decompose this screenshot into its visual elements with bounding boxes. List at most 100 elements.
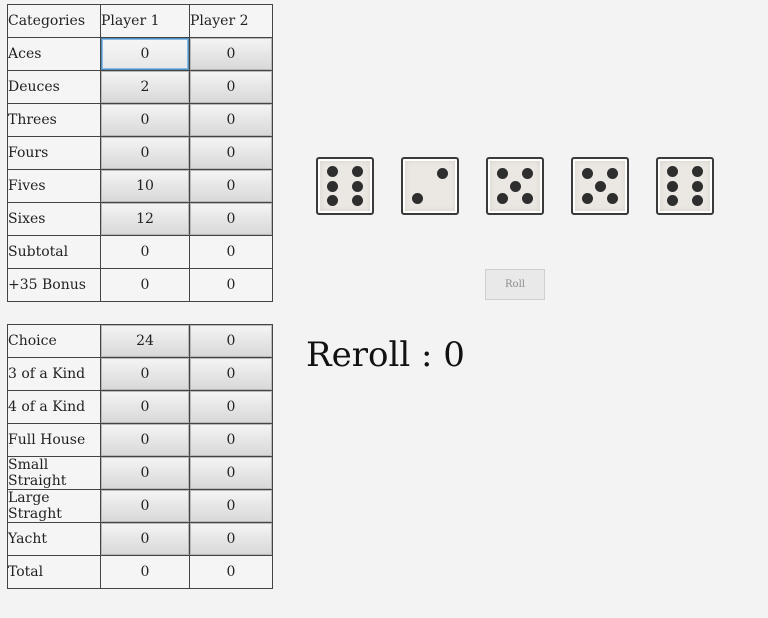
- die-pip: [607, 193, 619, 205]
- category-label-4-of-a-kind: 4 of a Kind: [7, 390, 101, 424]
- die-pip: [522, 193, 534, 205]
- score-row-3-of-a-kind: 3 of a Kind 0 0: [7, 357, 273, 391]
- category-label-small-straight: Small Straight: [7, 456, 101, 490]
- player2-fives-button[interactable]: 0: [190, 170, 272, 202]
- player2-deuces-button[interactable]: 0: [190, 71, 272, 103]
- score-row-threes: Threes 0 0: [7, 103, 273, 137]
- player1-total-value: 0: [140, 564, 150, 580]
- player2-35-bonus-cell: 0: [189, 268, 273, 302]
- die-1[interactable]: [316, 157, 374, 215]
- player2-4-of-a-kind-cell: 0: [189, 390, 273, 424]
- player1-aces-button[interactable]: 0: [101, 38, 189, 70]
- player1-3-of-a-kind-button[interactable]: 0: [101, 358, 189, 390]
- score-row-sixes: Sixes 12 0: [7, 202, 273, 236]
- lower-scoreboard: Choice 24 0 3 of a Kind 0 0 4 of a Kind 0 0 Full …: [7, 324, 273, 589]
- score-row-fours: Fours 0 0: [7, 136, 273, 170]
- player2-yacht-cell: 0: [189, 522, 273, 556]
- die-pip: [666, 194, 678, 206]
- player1-yacht-cell: 0: [100, 522, 190, 556]
- player2-35-bonus-value: 0: [226, 277, 236, 293]
- die-pip: [496, 193, 508, 205]
- die-pip: [692, 194, 704, 206]
- score-row-4-of-a-kind: 4 of a Kind 0 0: [7, 390, 273, 424]
- player1-sixes-button[interactable]: 12: [101, 203, 189, 235]
- die-3[interactable]: [486, 157, 544, 215]
- player1-fives-button[interactable]: 10: [101, 170, 189, 202]
- player1-choice-cell: 24: [100, 324, 190, 358]
- score-row-total: Total 0 0: [7, 555, 273, 589]
- reroll-counter: Reroll : 0: [306, 335, 465, 375]
- score-row-small-straight: Small Straight 0 0: [7, 456, 273, 490]
- die-pip: [522, 167, 534, 179]
- die-pip: [666, 166, 678, 178]
- upper-scoreboard: Categories Player 1 Player 2 Aces 0 0 Deuces 2 0…: [7, 4, 273, 302]
- player2-subtotal-cell: 0: [189, 235, 273, 269]
- category-label-3-of-a-kind: 3 of a Kind: [7, 357, 101, 391]
- categories-header: Categories: [7, 4, 101, 38]
- player2-fours-cell: 0: [189, 136, 273, 170]
- player1-4-of-a-kind-button[interactable]: 0: [101, 391, 189, 423]
- player1-fives-cell: 10: [100, 169, 190, 203]
- player2-full-house-button[interactable]: 0: [190, 424, 272, 456]
- category-label-35-bonus: +35 Bonus: [7, 268, 101, 302]
- die-2[interactable]: [401, 157, 459, 215]
- player1-subtotal-cell: 0: [100, 235, 190, 269]
- player1-full-house-button[interactable]: 0: [101, 424, 189, 456]
- player2-aces-button[interactable]: 0: [190, 38, 272, 70]
- player1-total-cell: 0: [100, 555, 190, 589]
- player1-large-straght-cell: 0: [100, 489, 190, 523]
- player1-threes-cell: 0: [100, 103, 190, 137]
- score-row-large-straght: Large Straght 0 0: [7, 489, 273, 523]
- score-row-full-house: Full House 0 0: [7, 423, 273, 457]
- player1-deuces-button[interactable]: 2: [101, 71, 189, 103]
- player2-deuces-cell: 0: [189, 70, 273, 104]
- score-row-choice: Choice 24 0: [7, 324, 273, 358]
- player1-small-straight-cell: 0: [100, 456, 190, 490]
- player2-header: Player 2: [189, 4, 273, 38]
- die-pip: [666, 180, 678, 192]
- player1-threes-button[interactable]: 0: [101, 104, 189, 136]
- die-4[interactable]: [571, 157, 629, 215]
- player1-35-bonus-cell: 0: [100, 268, 190, 302]
- player2-small-straight-button[interactable]: 0: [190, 457, 272, 489]
- player1-35-bonus-value: 0: [140, 277, 150, 293]
- player1-sixes-cell: 12: [100, 202, 190, 236]
- player2-threes-button[interactable]: 0: [190, 104, 272, 136]
- player2-sixes-button[interactable]: 0: [190, 203, 272, 235]
- player2-4-of-a-kind-button[interactable]: 0: [190, 391, 272, 423]
- player2-total-cell: 0: [189, 555, 273, 589]
- player1-deuces-cell: 2: [100, 70, 190, 104]
- category-label-total: Total: [7, 555, 101, 589]
- player1-choice-button[interactable]: 24: [101, 325, 189, 357]
- player2-large-straght-button[interactable]: 0: [190, 490, 272, 522]
- category-label-deuces: Deuces: [7, 70, 101, 104]
- score-row-35-bonus: +35 Bonus 0 0: [7, 268, 273, 302]
- player1-fours-button[interactable]: 0: [101, 137, 189, 169]
- player1-yacht-button[interactable]: 0: [101, 523, 189, 555]
- player2-fours-button[interactable]: 0: [190, 137, 272, 169]
- player1-full-house-cell: 0: [100, 423, 190, 457]
- player1-large-straght-button[interactable]: 0: [101, 490, 189, 522]
- score-row-aces: Aces 0 0: [7, 37, 273, 71]
- die-pip: [326, 194, 338, 206]
- category-label-large-straght: Large Straght: [7, 489, 101, 523]
- player1-4-of-a-kind-cell: 0: [100, 390, 190, 424]
- roll-button[interactable]: Roll: [485, 269, 545, 300]
- die-pip: [581, 193, 593, 205]
- die-pip: [692, 180, 704, 192]
- die-pip: [352, 180, 364, 192]
- score-row-deuces: Deuces 2 0: [7, 70, 273, 104]
- category-label-subtotal: Subtotal: [7, 235, 101, 269]
- die-pip: [411, 193, 423, 205]
- player2-choice-button[interactable]: 0: [190, 325, 272, 357]
- player2-threes-cell: 0: [189, 103, 273, 137]
- player2-yacht-button[interactable]: 0: [190, 523, 272, 555]
- player2-aces-cell: 0: [189, 37, 273, 71]
- player1-small-straight-button[interactable]: 0: [101, 457, 189, 489]
- player2-3-of-a-kind-button[interactable]: 0: [190, 358, 272, 390]
- category-label-full-house: Full House: [7, 423, 101, 457]
- die-5[interactable]: [656, 157, 714, 215]
- header-row: Categories Player 1 Player 2: [7, 4, 273, 38]
- player2-total-value: 0: [226, 564, 236, 580]
- player1-3-of-a-kind-cell: 0: [100, 357, 190, 391]
